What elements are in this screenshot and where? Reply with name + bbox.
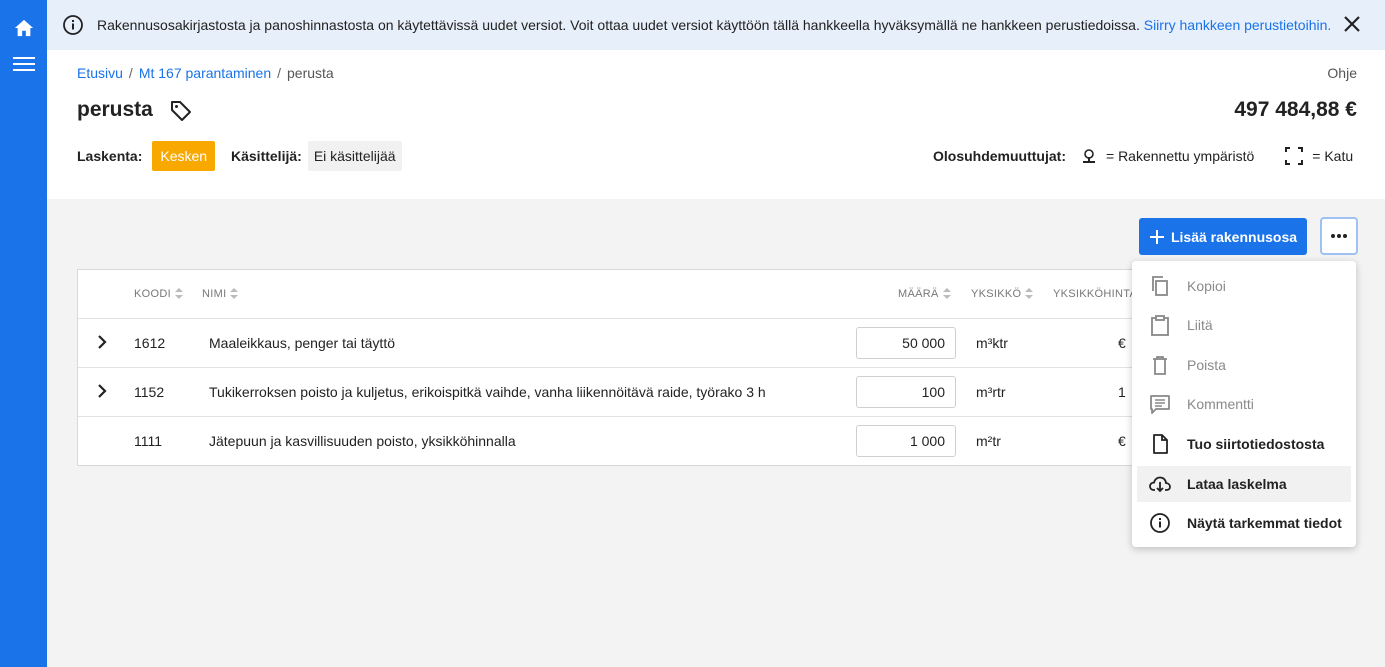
quantity-input[interactable] — [856, 425, 956, 457]
side-rail — [0, 0, 47, 667]
banner-message: Rakennusosakirjastosta ja panoshinnastos… — [97, 17, 1331, 33]
menu-item-label: Poista — [1187, 357, 1226, 373]
quantity-input[interactable] — [856, 327, 956, 359]
condition-built-environment: = Rakennettu ympäristö — [1106, 148, 1255, 164]
chevron-right-icon[interactable] — [94, 334, 110, 350]
total-price: 497 484,88 € — [1234, 98, 1357, 121]
handler-value[interactable]: Ei käsittelijää — [307, 141, 402, 171]
comment-icon — [1150, 395, 1170, 414]
header-code-label: KOODI — [134, 288, 171, 300]
header-unit-price-label: YKSIKKÖHINTA — [1053, 288, 1138, 300]
table-row[interactable]: 1152 Tukikerroksen poisto ja kuljetus, e… — [78, 368, 1138, 417]
menu-item-download[interactable]: Lataa laskelma — [1137, 466, 1351, 502]
row-name: Jätepuun ja kasvillisuuden poisto, yksik… — [209, 433, 516, 449]
calc-label: Laskenta: — [77, 148, 143, 164]
table-row[interactable]: 1111 Jätepuun ja kasvillisuuden poisto, … — [78, 417, 1138, 465]
header-unit-label: YKSIKKÖ — [971, 288, 1022, 300]
menu-item-copy[interactable]: Kopioi — [1137, 268, 1351, 304]
banner-text: Rakennusosakirjastosta ja panoshinnastos… — [97, 17, 1140, 33]
info-icon — [63, 15, 83, 35]
row-unit: m²tr — [976, 433, 1001, 449]
menu-item-details[interactable]: Näytä tarkemmat tiedot — [1137, 505, 1351, 541]
street-icon — [1285, 147, 1304, 165]
breadcrumb-current: perusta — [287, 65, 334, 81]
chevron-right-icon[interactable] — [94, 383, 110, 399]
sort-icon — [942, 288, 951, 300]
banner-link[interactable]: Siirry hankkeen perustietoihin. — [1144, 17, 1332, 33]
header-qty-label: MÄÄRÄ — [898, 288, 939, 300]
row-name: Tukikerroksen poisto ja kuljetus, erikoi… — [209, 384, 766, 400]
table-header: KOODI NIMI MÄÄRÄ YKSIKKÖ YKSIKKÖHINTA — [78, 270, 1138, 319]
page-header: Etusivu / Mt 167 parantaminen / perusta Ohje… — [47, 50, 1385, 199]
paste-icon — [1151, 315, 1169, 336]
delete-icon — [1153, 356, 1167, 375]
help-link[interactable]: Ohje — [1327, 65, 1357, 81]
sort-icon — [1025, 288, 1034, 300]
menu-item-label: Liitä — [1187, 317, 1213, 333]
column-header-code[interactable]: KOODI — [134, 288, 183, 300]
menu-item-paste[interactable]: Liitä — [1137, 307, 1351, 343]
tag-icon[interactable] — [169, 99, 193, 123]
more-horiz-icon — [1331, 234, 1347, 238]
menu-item-label: Tuo siirtotiedostosta — [1187, 436, 1325, 452]
plus-icon — [1149, 229, 1164, 244]
conditions: Olosuhdemuuttujat: = Rakennettu ympärist… — [933, 141, 1353, 171]
building-parts-table: KOODI NIMI MÄÄRÄ YKSIKKÖ YKSIKKÖHINTA 16… — [77, 269, 1139, 466]
column-header-unit[interactable]: YKSIKKÖ — [971, 288, 1034, 300]
breadcrumb-separator: / — [277, 65, 282, 81]
quantity-input[interactable] — [856, 376, 956, 408]
header-name-label: NIMI — [202, 288, 227, 300]
home-icon — [14, 19, 33, 37]
column-header-qty[interactable]: MÄÄRÄ — [898, 288, 951, 300]
menu-item-import-file[interactable]: Tuo siirtotiedostosta — [1137, 426, 1351, 462]
home-button[interactable] — [0, 8, 47, 48]
row-unit-price: € — [1118, 433, 1126, 449]
hamburger-icon — [12, 57, 35, 71]
column-header-name[interactable]: NIMI — [202, 288, 239, 300]
menu-button[interactable] — [0, 44, 47, 84]
calc-status: Laskenta: Kesken — [77, 141, 216, 171]
sort-icon — [174, 288, 183, 300]
row-unit: m³rtr — [976, 384, 1006, 400]
column-header-unit-price[interactable]: YKSIKKÖHINTA — [1053, 288, 1137, 300]
more-actions-menu: Kopioi Liitä Poista Kommentti Tuo siirto… — [1132, 261, 1356, 547]
menu-item-label: Näytä tarkemmat tiedot — [1187, 515, 1342, 531]
breadcrumb-project[interactable]: Mt 167 parantaminen — [139, 65, 271, 81]
row-unit: m³ktr — [976, 335, 1008, 351]
breadcrumb: Etusivu / Mt 167 parantaminen / perusta — [77, 65, 334, 81]
row-unit-price: 1 — [1118, 384, 1126, 400]
menu-item-delete[interactable]: Poista — [1137, 347, 1351, 383]
add-button-label: Lisää rakennusosa — [1170, 228, 1298, 245]
sort-icon — [230, 288, 239, 300]
menu-item-comment[interactable]: Kommentti — [1137, 386, 1351, 422]
built-environment-icon — [1083, 149, 1095, 163]
row-unit-price: € — [1118, 335, 1126, 351]
cloud-download-icon — [1149, 476, 1171, 493]
menu-item-label: Kommentti — [1187, 396, 1254, 412]
row-name: Maaleikkaus, penger tai täyttö — [209, 335, 395, 351]
condition-street: = Katu — [1312, 148, 1354, 164]
close-icon[interactable] — [1343, 15, 1361, 33]
copy-icon — [1152, 276, 1168, 296]
conditions-label: Olosuhdemuuttujat: — [933, 148, 1066, 164]
handler-label: Käsittelijä: — [231, 148, 302, 164]
menu-item-label: Kopioi — [1187, 278, 1226, 294]
page-title: perusta — [77, 98, 153, 121]
add-building-part-button[interactable]: Lisää rakennusosa — [1139, 218, 1307, 255]
status-badge[interactable]: Kesken — [152, 141, 216, 171]
breadcrumb-home[interactable]: Etusivu — [77, 65, 123, 81]
handler-info: Käsittelijä: Ei käsittelijää — [231, 141, 402, 171]
row-code: 1612 — [134, 335, 166, 351]
table-row[interactable]: 1612 Maaleikkaus, penger tai täyttö m³kt… — [78, 319, 1138, 368]
breadcrumb-separator: / — [128, 65, 133, 81]
menu-item-label: Lataa laskelma — [1187, 476, 1287, 492]
row-code: 1111 — [134, 433, 163, 449]
file-icon — [1153, 434, 1168, 454]
row-code: 1152 — [134, 384, 165, 400]
info-icon — [1150, 513, 1170, 533]
more-actions-button[interactable] — [1320, 217, 1358, 255]
update-banner: Rakennusosakirjastosta ja panoshinnastos… — [47, 0, 1385, 50]
